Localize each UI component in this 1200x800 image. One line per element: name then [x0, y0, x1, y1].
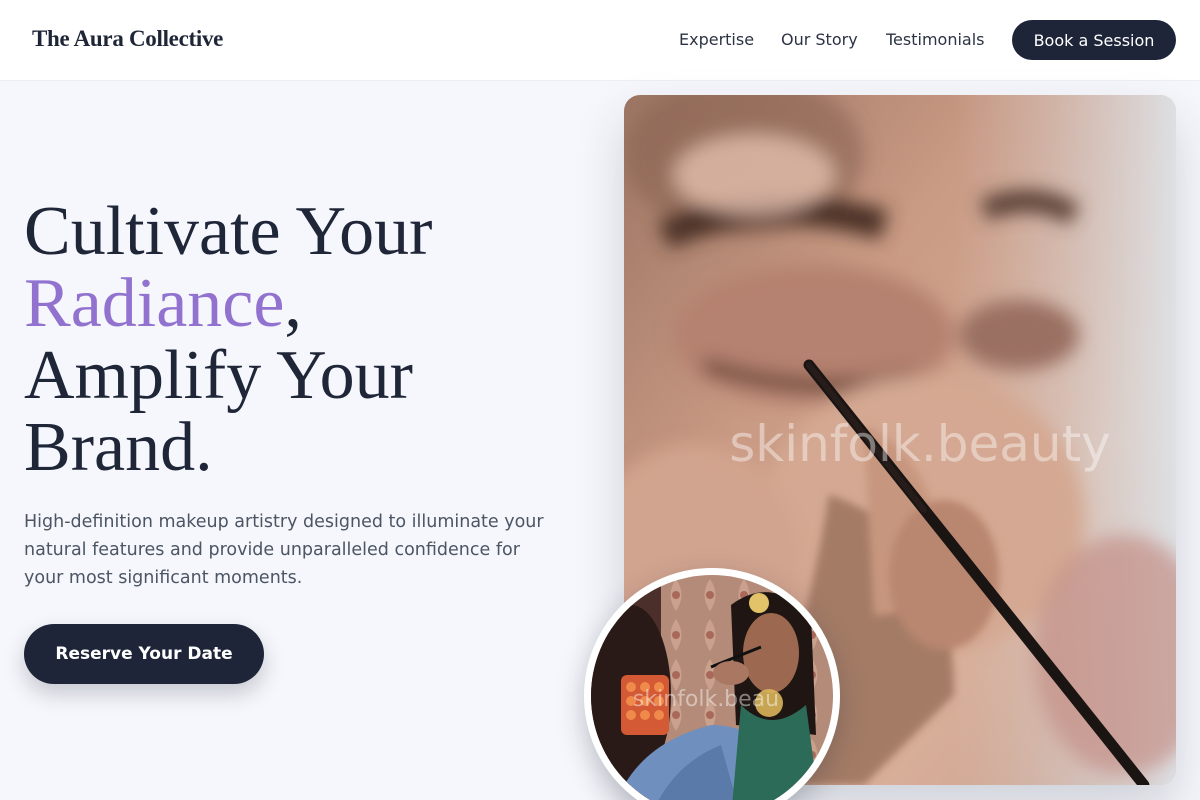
- nav-link-testimonials[interactable]: Testimonials: [886, 30, 985, 49]
- hero-title-comma: ,: [284, 265, 302, 342]
- top-navigation-bar: The Aura Collective Expertise Our Story …: [0, 0, 1200, 81]
- hero-subtitle: High-definition makeup artistry designed…: [24, 512, 544, 588]
- hero-title: Cultivate Your Radiance, Amplify Your Br…: [24, 196, 584, 484]
- reserve-date-button[interactable]: Reserve Your Date: [24, 624, 264, 684]
- hero-title-line-4: Brand.: [24, 409, 213, 486]
- nav-link-expertise[interactable]: Expertise: [679, 30, 754, 49]
- nav-link-our-story[interactable]: Our Story: [781, 30, 858, 49]
- bridal-makeup-image: [591, 575, 833, 800]
- book-session-button[interactable]: Book a Session: [1012, 20, 1176, 60]
- hero-title-accent-word: Radiance: [24, 265, 285, 342]
- brand-logo[interactable]: The Aura Collective: [32, 26, 223, 52]
- hero-title-line-1: Cultivate Your: [24, 193, 433, 270]
- hero-title-line-3: Amplify Your: [24, 337, 413, 414]
